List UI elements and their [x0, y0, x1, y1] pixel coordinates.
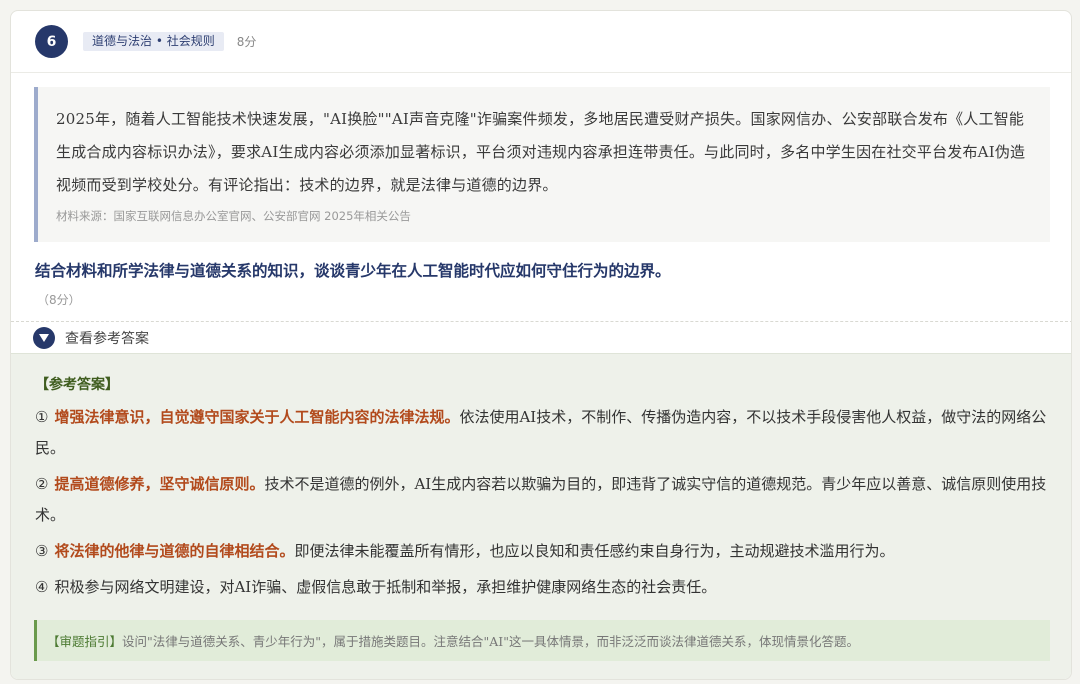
answer-index: ④	[35, 578, 49, 596]
answer-heading: 【参考答案】	[35, 377, 119, 393]
material-block: 2025年，随着人工智能技术快速发展，"AI换脸""AI声音克隆"诈骗案件频发，…	[34, 87, 1050, 242]
answer-key-point: 增强法律意识，自觉遵守国家关于人工智能内容的法律法规。	[54, 408, 460, 426]
answer-item: ④ 积极参与网络文明建设，对AI诈骗、虚假信息敢于抵制和举报，承担维护健康网络生态…	[35, 572, 1049, 603]
answer-index: ②	[35, 475, 49, 493]
material-source: 材料来源：国家互联网信息办公室官网、公安部官网 2025年相关公告	[56, 209, 411, 223]
answer-list: ① 增强法律意识，自觉遵守国家关于人工智能内容的法律法规。依法使用AI技术，不制作…	[35, 402, 1049, 603]
answer-detail: 积极参与网络文明建设，对AI诈骗、虚假信息敢于抵制和举报，承担维护健康网络生态的…	[54, 578, 717, 596]
question-points: （8分）	[37, 293, 81, 307]
tip-label: 【审题指引】	[47, 634, 123, 649]
question-header: 6 道德与法治 • 社会规则 8分	[11, 11, 1071, 73]
question-prompt: 结合材料和所学法律与道德关系的知识，谈谈青少年在人工智能时代应如何守住行为的边界…	[35, 261, 671, 280]
show-answer-label[interactable]: 查看参考答案	[65, 328, 149, 348]
answer-detail: 即便法律未能覆盖所有情形，也应以良知和责任感约束自身行为，主动规避技术滥用行为。	[294, 542, 895, 560]
answer-key-point: 提高道德修养，坚守诚信原则。	[54, 475, 265, 493]
answer-key-point: 将法律的他律与道德的自律相结合。	[54, 542, 295, 560]
tip-text: 设问"法律与道德关系、青少年行为"，属于措施类题目。注意结合"AI"这一具体情景…	[122, 634, 859, 649]
question-card: 6 道德与法治 • 社会规则 8分 2025年，随着人工智能技术快速发展，"AI…	[10, 10, 1072, 680]
answer-index: ①	[35, 408, 49, 426]
answer-item: ① 增强法律意识，自觉遵守国家关于人工智能内容的法律法规。依法使用AI技术，不制作…	[35, 402, 1049, 464]
points-label: 8分	[236, 35, 257, 49]
chevron-down-icon[interactable]	[33, 326, 55, 349]
question-number-badge: 6	[35, 25, 68, 58]
answer-index: ③	[35, 542, 49, 560]
analysis-tip: 【审题指引】 设问"法律与道德关系、青少年行为"，属于措施类题目。注意结合"AI"…	[34, 620, 1050, 661]
answer-item: ② 提高道德修养，坚守诚信原则。技术不是道德的例外，AI生成内容若以欺骗为目的，即…	[35, 469, 1049, 531]
show-answer-toggle[interactable]: 查看参考答案	[11, 321, 1071, 353]
answer-panel: 【参考答案】 ① 增强法律意识，自觉遵守国家关于人工智能内容的法律法规。依法使用A…	[11, 353, 1071, 679]
material-text: 2025年，随着人工智能技术快速发展，"AI换脸""AI声音克隆"诈骗案件频发，…	[56, 110, 1026, 194]
answer-item: ③ 将法律的他律与道德的自律相结合。即便法律未能覆盖所有情形，也应以良知和责任感约…	[35, 536, 1049, 567]
subject-tag: 道德与法治 • 社会规则	[83, 32, 224, 51]
